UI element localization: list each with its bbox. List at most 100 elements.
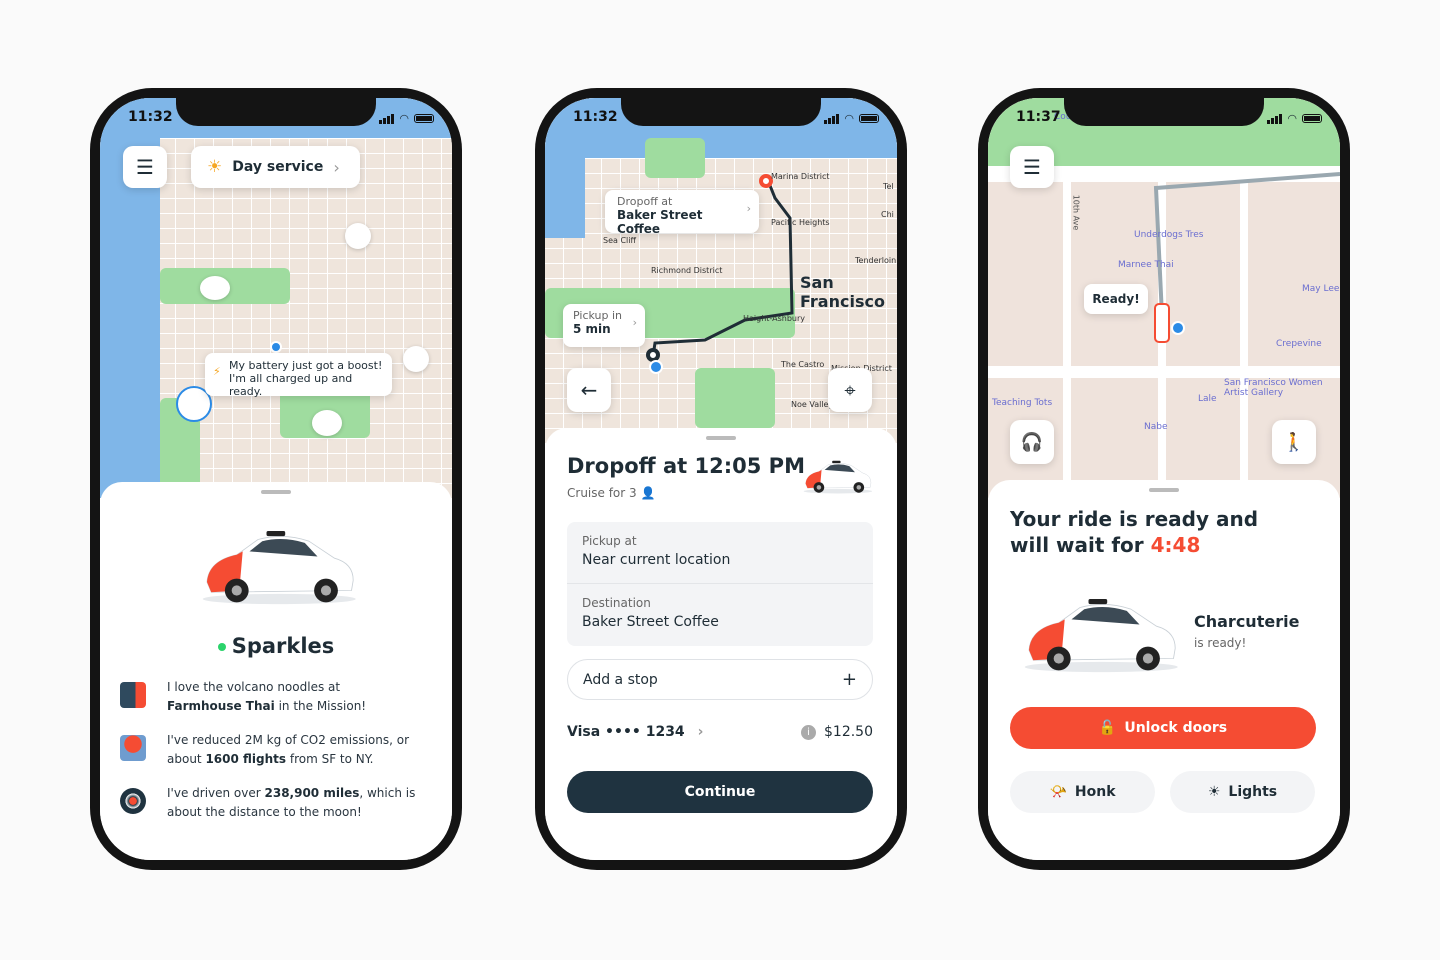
car-fact: I've driven over 238,900 miles, which is… (167, 784, 417, 822)
car-marker[interactable] (403, 346, 429, 372)
car-illustration (190, 520, 360, 610)
walking-person-icon: 🚶 (1282, 431, 1306, 453)
light-icon: ☀ (1207, 784, 1221, 800)
battery-icon (414, 114, 434, 123)
poi-label[interactable]: May Lee (1302, 284, 1339, 294)
lights-button[interactable]: ☀ Lights (1170, 771, 1315, 813)
honk-label: Honk (1074, 784, 1116, 800)
poi-label[interactable]: San Francisco Women Artist Gallery (1224, 378, 1324, 398)
add-stop-button[interactable]: Add a stop + (567, 659, 873, 700)
map-label: Tel (883, 182, 894, 191)
poi-label[interactable]: Underdogs Tres (1134, 230, 1203, 240)
passenger-count: Cruise for 3 👤 (567, 486, 655, 500)
walking-directions-button[interactable]: 🚶 (1272, 420, 1316, 464)
info-icon[interactable]: i (801, 724, 816, 740)
fact-text: 1600 flights (205, 752, 287, 766)
pickup-label: Pickup at (582, 534, 637, 548)
car-marker[interactable] (200, 276, 230, 300)
car-fact: I love the volcano noodles at Farmhouse … (167, 678, 417, 716)
status-time: 11:32 (128, 109, 173, 125)
car-fact: I've reduced 2M kg of CO2 emissions, or … (167, 731, 417, 769)
car-name: Sparkles (100, 634, 452, 658)
poi-label[interactable]: Nabe (1144, 422, 1168, 432)
hamburger-icon: ☰ (1023, 155, 1041, 179)
sheet-handle[interactable] (706, 436, 736, 440)
car-name: Charcuterie (1194, 612, 1300, 631)
phone-ride-booking: 11:32 ◠ Marina District Pacific Heights Se… (535, 88, 907, 870)
poi-label[interactable]: Crepevine (1276, 339, 1322, 349)
poi-label[interactable]: Lale (1198, 394, 1217, 404)
car-marker[interactable] (312, 410, 342, 436)
bubble-line: I'm all charged up and ready. (229, 372, 353, 398)
map-label: Tenderloin (855, 256, 897, 265)
wifi-icon: ◠ (844, 112, 854, 125)
car-illustration (798, 454, 874, 498)
sheet-handle[interactable] (261, 490, 291, 494)
title-text: Your ride is ready and will wait for (1010, 507, 1259, 557)
headset-icon: 🎧 (1020, 431, 1044, 453)
user-location-dot (270, 341, 282, 353)
add-stop-label: Add a stop (583, 671, 658, 688)
map-label: Noe Valley (791, 400, 834, 409)
online-dot (217, 643, 226, 651)
poi-label[interactable]: Marnee Thai (1118, 260, 1174, 270)
notch (176, 98, 376, 126)
chevron-right-icon: › (632, 316, 637, 329)
map-label: The Castro (781, 360, 825, 369)
sheet-handle[interactable] (1149, 488, 1179, 492)
ready-bubble: Ready! (1084, 284, 1148, 314)
price: i $12.50 (801, 724, 873, 740)
status-time: 11:32 (573, 109, 618, 125)
continue-button[interactable]: Continue (567, 771, 873, 813)
fact-text: 238,900 miles (264, 786, 360, 800)
notch (1064, 98, 1264, 126)
car-info-sheet: Sparkles I love the volcano noodles at F… (100, 482, 452, 860)
recenter-button[interactable]: ⌖ (828, 368, 872, 412)
chevron-right-icon: › (746, 202, 751, 215)
fact-text: Farmhouse Thai (167, 699, 275, 713)
poi-label[interactable]: Teaching Tots (992, 398, 1052, 408)
signal-icon (379, 113, 395, 124)
destination-row[interactable]: Destination Baker Street Coffee (567, 584, 873, 642)
wifi-icon: ◠ (1287, 112, 1297, 125)
honk-button[interactable]: 📯 Honk (1010, 771, 1155, 813)
continue-label: Continue (684, 784, 756, 800)
back-button[interactable]: ← (567, 368, 611, 412)
hamburger-icon: ☰ (136, 155, 154, 179)
chevron-right-icon: › (697, 724, 704, 740)
dropoff-bubble[interactable]: Dropoff at Baker Street Coffee › (605, 190, 759, 236)
status-icons: ◠ (379, 112, 434, 125)
destination-label: Destination (582, 596, 651, 610)
countdown-timer: 4:48 (1150, 533, 1201, 557)
day-service-label: Day service (232, 159, 324, 175)
dropoff-bubble-value: Baker Street Coffee (617, 208, 703, 236)
phone-day-service: 11:32 ◠ ☰ ☀ Day service › ⚡ My battery j… (90, 88, 462, 870)
menu-button[interactable]: ☰ (123, 146, 167, 188)
fact-text: from SF to NY. (286, 752, 374, 766)
dropoff-title: Dropoff at 12:05 PM (567, 454, 805, 478)
fact-text: I love the volcano noodles at (167, 680, 341, 694)
support-button[interactable]: 🎧 (1010, 420, 1054, 464)
user-location-dot (649, 360, 663, 374)
notch (621, 98, 821, 126)
day-service-button[interactable]: ☀ Day service › (191, 146, 360, 188)
unlock-label: Unlock doors (1124, 720, 1228, 736)
destination-value: Baker Street Coffee (582, 614, 719, 630)
map-label: Chi (881, 210, 894, 219)
fact-text: I've driven over (167, 786, 265, 800)
bubble-line: My battery just got a boost! (229, 359, 383, 372)
pickup-bubble[interactable]: Pickup in 5 min › (563, 304, 645, 347)
phone-ride-ready: 11:37 ◠ 10th Ave Underdogs Tres Marnee Th… (978, 88, 1350, 870)
payment-method[interactable]: Visa •••• 1234 › (567, 724, 703, 740)
map-label: Sea Cliff (603, 236, 636, 245)
unlock-doors-button[interactable]: 🔓 Unlock doors (1010, 707, 1316, 749)
street-label: 10th Ave (1071, 194, 1081, 231)
ride-ready-sheet: Your ride is ready and will wait for 4:4… (988, 480, 1340, 860)
car-marker[interactable] (345, 223, 371, 249)
pickup-row[interactable]: Pickup at Near current location (567, 522, 873, 584)
car-marker (1154, 303, 1170, 343)
map-label: San Francisco (800, 273, 885, 311)
battery-icon (859, 114, 879, 123)
menu-button[interactable]: ☰ (1010, 146, 1054, 188)
status-time: 11:37 (1016, 109, 1061, 125)
